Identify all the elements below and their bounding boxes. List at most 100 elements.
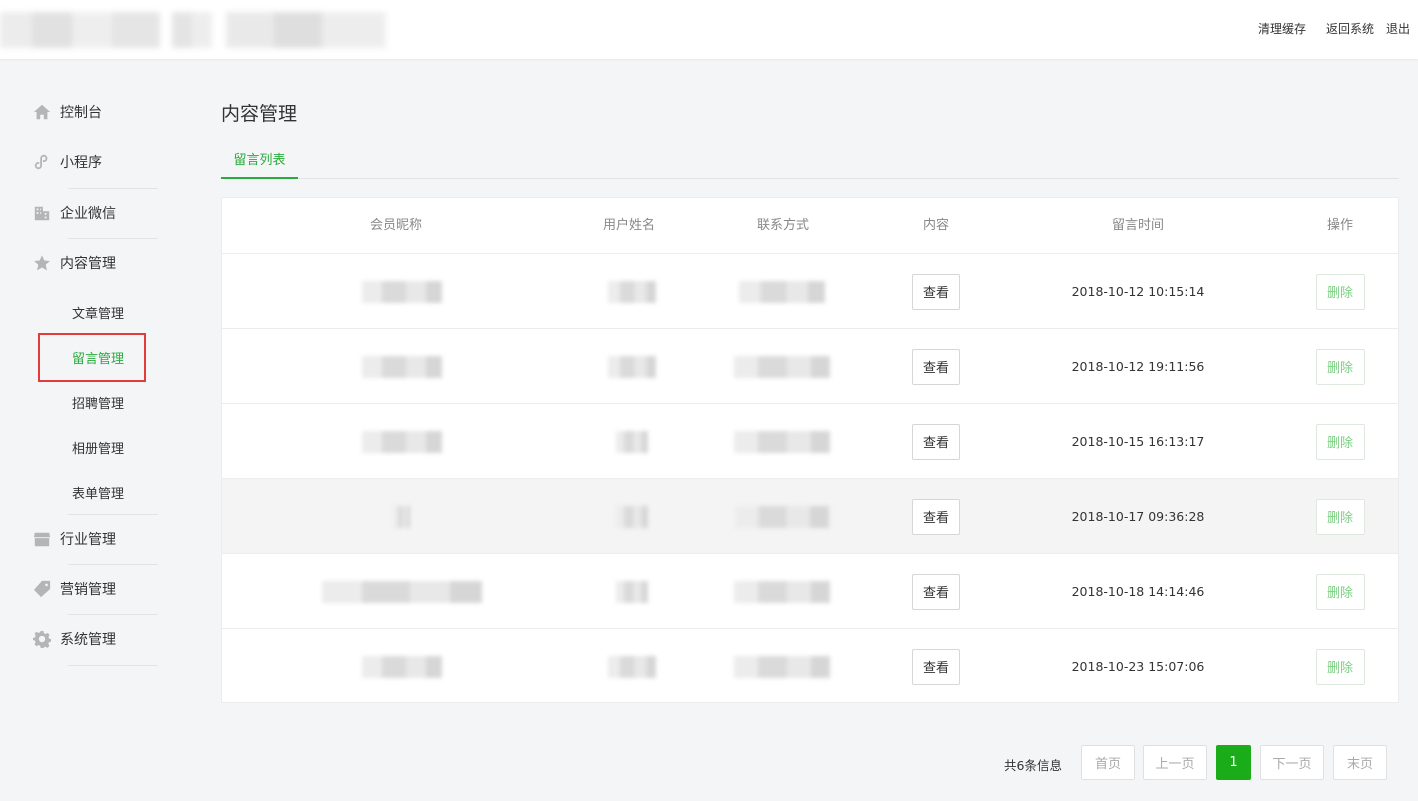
table-row: 查看 2018-10-15 16:13:17 删除 <box>222 403 1398 478</box>
back-to-system-link[interactable]: 返回系统 <box>1326 20 1374 37</box>
message-time: 2018-10-23 15:07:06 <box>1071 659 1205 674</box>
nickname-cell <box>342 629 462 704</box>
view-button[interactable]: 查看 <box>912 273 960 310</box>
delete-button[interactable]: 删除 <box>1315 573 1365 610</box>
column-header: 会员昵称 <box>369 218 422 233</box>
redacted-text <box>739 280 825 303</box>
username-cell <box>592 479 672 554</box>
sidebar-item-system[interactable]: 系统管理 <box>32 614 158 664</box>
tab-bar: 留言列表 <box>221 148 1399 179</box>
time-cell: 2018-10-15 16:13:17 <box>1038 404 1238 479</box>
view-button[interactable]: 查看 <box>912 498 960 535</box>
contact-cell <box>732 629 832 704</box>
redacted-text <box>394 505 410 528</box>
sidebar-item-wework[interactable]: 企业微信 <box>32 188 158 238</box>
username-cell <box>592 404 672 479</box>
contact-cell <box>732 254 832 329</box>
content-cell: 查看 <box>902 254 970 329</box>
time-cell: 2018-10-12 19:11:56 <box>1038 329 1238 404</box>
sidebar-item-label: 营销管理 <box>60 582 116 598</box>
delete-button[interactable]: 删除 <box>1315 273 1365 310</box>
column-header: 内容 <box>922 218 949 233</box>
nickname-cell <box>342 479 462 554</box>
action-cell: 删除 <box>1302 404 1378 479</box>
redacted-text <box>608 655 656 678</box>
sidebar-item-miniprogram[interactable]: 小程序 <box>32 137 158 187</box>
sidebar-sub-recruit[interactable]: 招聘管理 <box>72 393 124 412</box>
next-page-button[interactable]: 下一页 <box>1260 745 1324 780</box>
content-cell: 查看 <box>902 329 970 404</box>
table-row: 查看 2018-10-12 10:15:14 删除 <box>222 253 1398 328</box>
header-links: 清理缓存 返回系统 退出 <box>1258 20 1410 37</box>
tab-message-list[interactable]: 留言列表 <box>221 148 298 179</box>
username-cell <box>592 629 672 704</box>
delete-button[interactable]: 删除 <box>1315 423 1365 460</box>
sidebar-item-label: 企业微信 <box>60 206 116 222</box>
delete-button[interactable]: 删除 <box>1315 498 1365 535</box>
redacted-text <box>616 580 648 603</box>
sidebar-item-label: 行业管理 <box>60 532 116 548</box>
current-page-button[interactable]: 1 <box>1216 745 1251 780</box>
prev-page-button[interactable]: 上一页 <box>1143 745 1207 780</box>
sidebar-item-industry[interactable]: 行业管理 <box>32 514 158 564</box>
sidebar-item-console[interactable]: 控制台 <box>32 87 158 137</box>
message-time: 2018-10-17 09:36:28 <box>1071 509 1205 524</box>
redacted-text <box>608 355 656 378</box>
time-cell: 2018-10-18 14:14:46 <box>1038 554 1238 629</box>
table-row: 查看 2018-10-12 19:11:56 删除 <box>222 328 1398 403</box>
message-time: 2018-10-18 14:14:46 <box>1071 584 1205 599</box>
last-page-button[interactable]: 末页 <box>1333 745 1387 780</box>
content-cell: 查看 <box>902 554 970 629</box>
redacted-text <box>362 430 442 453</box>
redacted-text <box>362 280 442 303</box>
logout-link[interactable]: 退出 <box>1386 20 1410 37</box>
time-cell: 2018-10-23 15:07:06 <box>1038 629 1238 704</box>
table-row: 查看 2018-10-18 14:14:46 删除 <box>222 553 1398 628</box>
redacted-text <box>362 655 442 678</box>
content-cell: 查看 <box>902 479 970 554</box>
nickname-cell <box>342 329 462 404</box>
top-header: 清理缓存 返回系统 退出 <box>0 0 1418 59</box>
redacted-text <box>322 580 482 603</box>
logo <box>0 12 160 48</box>
sidebar-item-content[interactable]: 内容管理 <box>32 238 158 288</box>
page-title: 内容管理 <box>221 103 298 125</box>
time-cell: 2018-10-12 10:15:14 <box>1038 254 1238 329</box>
redacted-text <box>616 430 648 453</box>
content-cell: 查看 <box>902 404 970 479</box>
table-row: 查看 2018-10-17 09:36:28 删除 <box>222 478 1398 553</box>
redacted-text <box>734 430 830 453</box>
sidebar-item-marketing[interactable]: 营销管理 <box>32 564 158 614</box>
sidebar-sub-form[interactable]: 表单管理 <box>72 483 124 502</box>
action-cell: 删除 <box>1302 629 1378 704</box>
highlight-box <box>38 333 146 382</box>
action-cell: 删除 <box>1302 479 1378 554</box>
clear-cache-link[interactable]: 清理缓存 <box>1258 20 1306 37</box>
contact-cell <box>732 554 832 629</box>
contact-cell <box>732 329 832 404</box>
redacted-text <box>362 355 442 378</box>
action-cell: 删除 <box>1302 254 1378 329</box>
logo-part <box>226 12 386 48</box>
delete-button[interactable]: 删除 <box>1315 648 1365 685</box>
message-table: 会员昵称 用户姓名 联系方式 内容 留言时间 操作 查看 2018-10-12 … <box>221 197 1399 703</box>
sidebar-sub-article[interactable]: 文章管理 <box>72 303 124 322</box>
view-button[interactable]: 查看 <box>912 423 960 460</box>
first-page-button[interactable]: 首页 <box>1081 745 1135 780</box>
logo-part <box>172 12 212 48</box>
column-header: 留言时间 <box>1111 218 1164 233</box>
view-button[interactable]: 查看 <box>912 348 960 385</box>
sidebar-item-label: 控制台 <box>60 105 102 121</box>
sidebar-item-label: 系统管理 <box>60 632 116 648</box>
delete-button[interactable]: 删除 <box>1315 348 1365 385</box>
sidebar-sub-album[interactable]: 相册管理 <box>72 438 124 457</box>
redacted-text <box>734 655 830 678</box>
store-icon <box>32 529 52 549</box>
nickname-cell <box>342 254 462 329</box>
building-icon <box>32 203 52 223</box>
message-time: 2018-10-15 16:13:17 <box>1071 434 1205 449</box>
view-button[interactable]: 查看 <box>912 648 960 685</box>
view-button[interactable]: 查看 <box>912 573 960 610</box>
redacted-text <box>734 580 830 603</box>
username-cell <box>592 554 672 629</box>
